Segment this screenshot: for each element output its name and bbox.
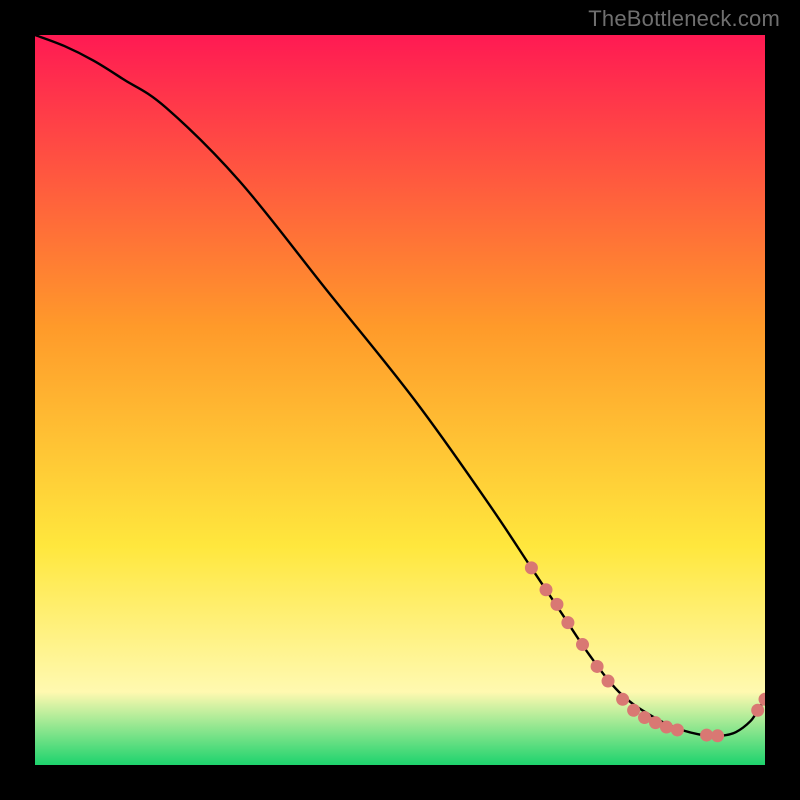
highlight-dot [591, 660, 604, 673]
highlight-dot [576, 638, 589, 651]
highlight-dot [627, 704, 640, 717]
chart-stage: TheBottleneck.com [0, 0, 800, 800]
highlight-dot [671, 723, 684, 736]
highlight-dot [602, 675, 615, 688]
plot-svg [35, 35, 765, 765]
highlight-dot [561, 616, 574, 629]
highlight-dot [660, 721, 673, 734]
gradient-background [35, 35, 765, 765]
highlight-dot [751, 704, 764, 717]
watermark-text: TheBottleneck.com [588, 6, 780, 32]
highlight-dot [711, 729, 724, 742]
highlight-dot [616, 693, 629, 706]
highlight-dot [540, 583, 553, 596]
plot-area [35, 35, 765, 765]
highlight-dot [550, 598, 563, 611]
highlight-dot [525, 561, 538, 574]
